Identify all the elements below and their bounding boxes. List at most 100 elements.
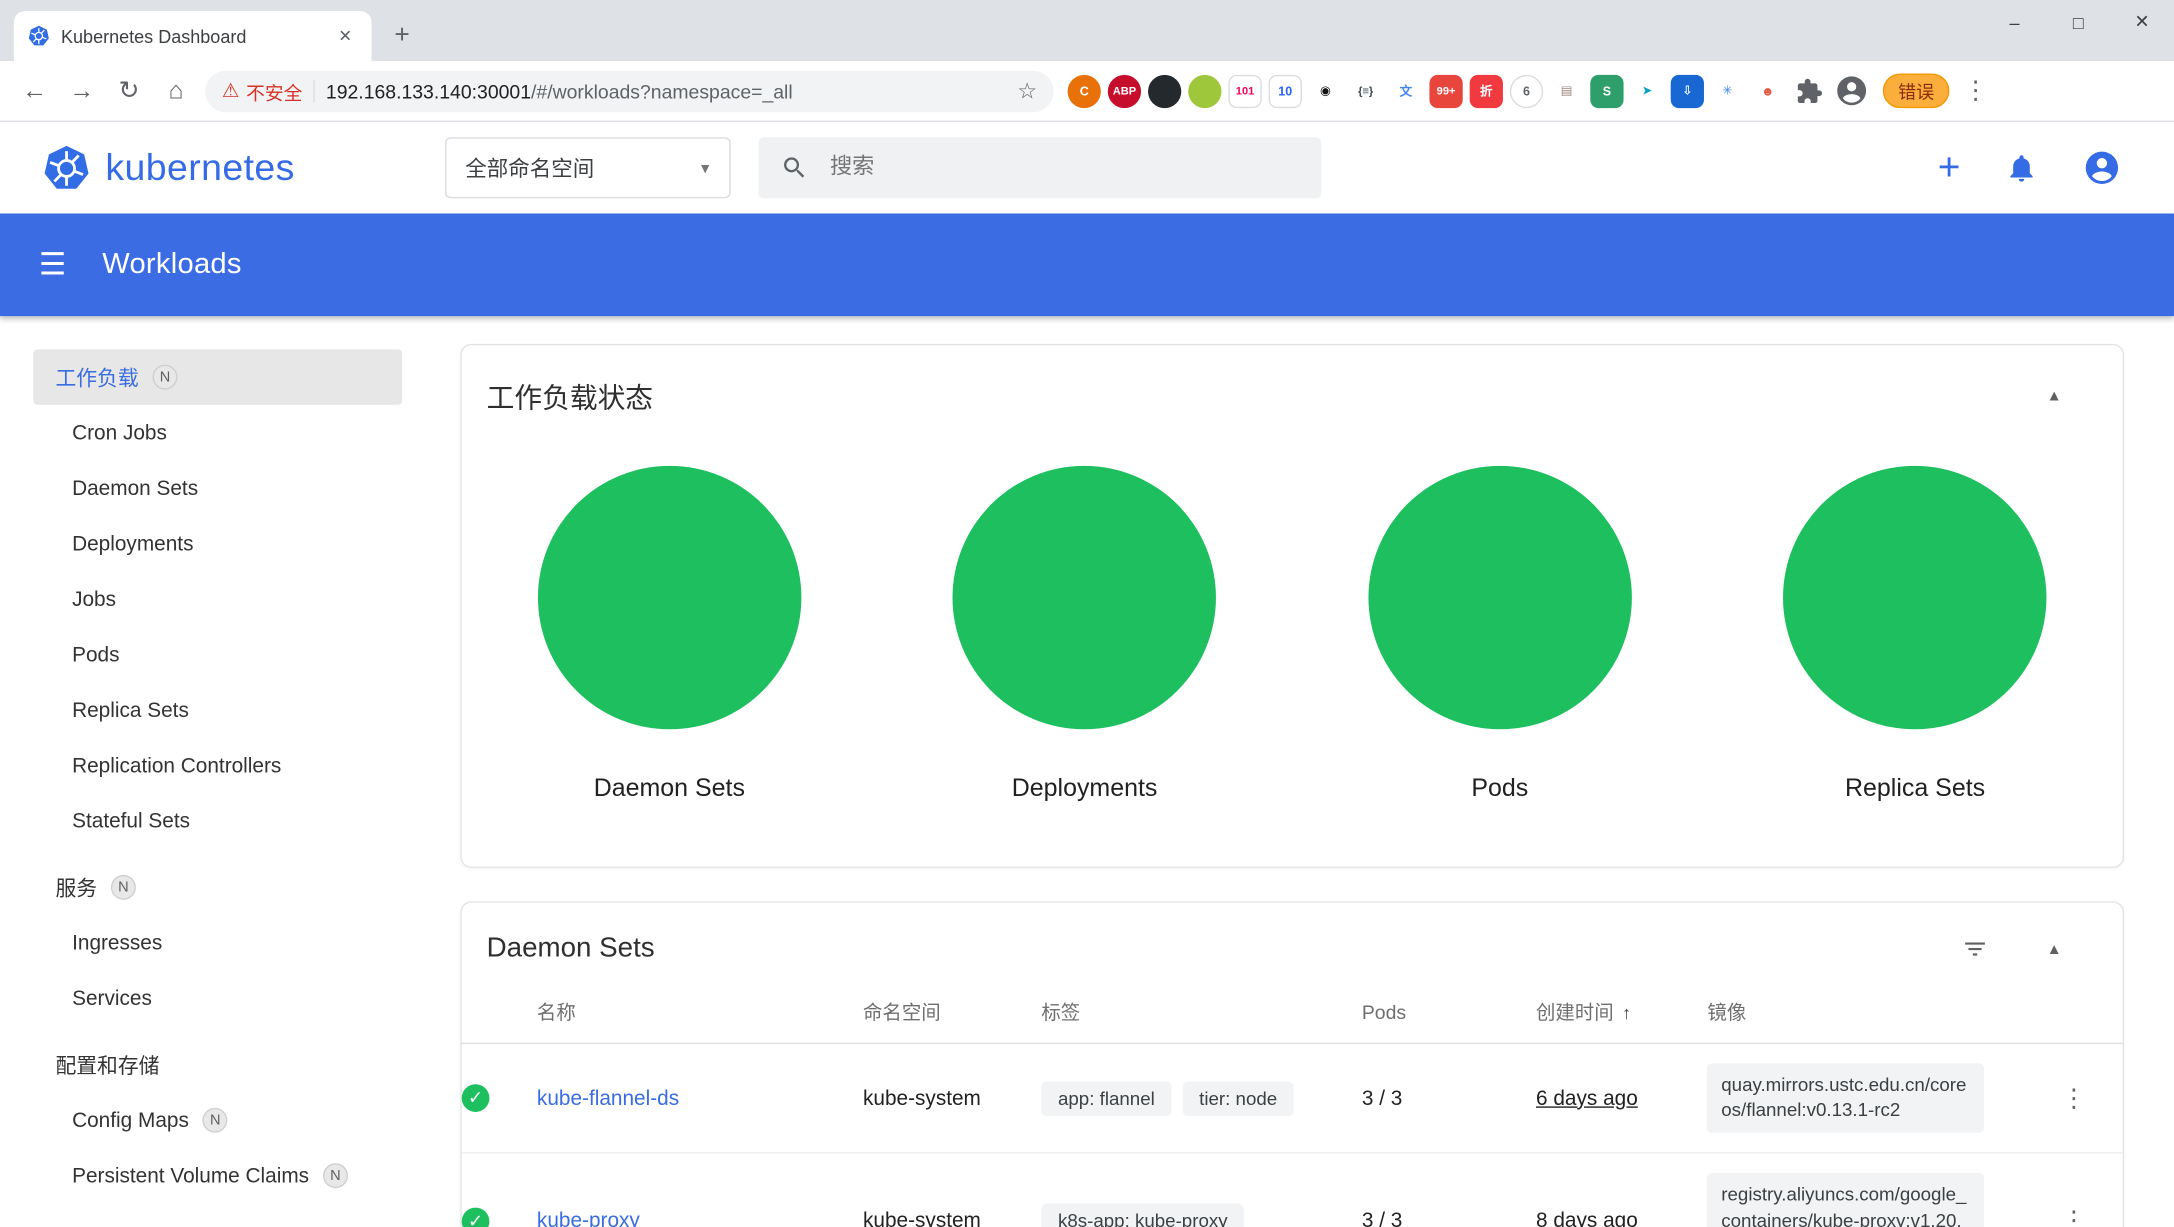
sidebar-item-ingresses[interactable]: Ingresses <box>33 915 402 970</box>
maximize-button[interactable]: □ <box>2046 0 2110 44</box>
search-input[interactable] <box>827 154 1298 182</box>
orange-c-extension-icon[interactable]: C <box>1068 74 1101 107</box>
translate-extension-icon[interactable]: 文 <box>1389 74 1422 107</box>
blue-10-extension-icon[interactable]: 10 <box>1269 74 1302 107</box>
adblock-plus-extension-icon[interactable]: ABP <box>1108 74 1141 107</box>
kubernetes-brand-link[interactable]: kubernetes <box>42 144 295 193</box>
window-controls: – □ ✕ <box>1983 0 2174 44</box>
minimize-button[interactable]: – <box>1983 0 2047 44</box>
sidebar-item-replica-sets[interactable]: Replica Sets <box>33 682 402 737</box>
address-bar[interactable]: ⚠ 不安全 192.168.133.140:30001/#/workloads?… <box>205 70 1054 112</box>
blue-download-extension-icon[interactable]: ⇩ <box>1671 74 1704 107</box>
replica-sets-donut <box>1783 466 2046 729</box>
created-cell: 8 days ago <box>1536 1153 1707 1227</box>
browser-profile-avatar[interactable] <box>1834 73 1869 108</box>
tab-strip: Kubernetes Dashboard ✕ + – □ ✕ <box>0 0 2174 61</box>
pods-cell: 3 / 3 <box>1362 1043 1536 1153</box>
label-chip: app: flannel <box>1041 1081 1171 1116</box>
deployments-chart: Deployments <box>877 466 1292 803</box>
new-tab-button[interactable]: + <box>383 17 422 56</box>
collapse-arrow-icon[interactable]: ▲ <box>2047 941 2062 958</box>
gray-six-extension-icon[interactable]: 6 <box>1510 74 1543 107</box>
daemonset-name-link[interactable]: kube-flannel-ds <box>537 1087 679 1111</box>
pods-cell: 3 / 3 <box>1362 1153 1536 1227</box>
back-button[interactable]: ← <box>11 67 58 114</box>
browser-tab[interactable]: Kubernetes Dashboard ✕ <box>14 11 372 61</box>
extensions-puzzle-icon[interactable] <box>1795 77 1823 105</box>
json-brace-extension-icon[interactable]: {≡} <box>1349 74 1382 107</box>
browser-window: Kubernetes Dashboard ✕ + – □ ✕ ← → ↻ ⌂ ⚠… <box>0 0 2174 1227</box>
zhe-coupon-extension-icon[interactable]: 折 <box>1470 74 1503 107</box>
security-warning-icon: ⚠ <box>222 79 239 103</box>
hamburger-menu-icon[interactable]: ☰ <box>33 247 71 283</box>
notifications-bell-icon[interactable] <box>2005 151 2038 184</box>
namespaced-badge: N <box>153 365 178 390</box>
row-actions-menu-icon[interactable]: ⋮ <box>2036 1207 2111 1227</box>
reload-button[interactable]: ↻ <box>105 67 152 114</box>
sidebar-item-label: Ingresses <box>72 931 162 955</box>
bookmark-star-icon[interactable]: ☆ <box>1017 77 1037 105</box>
create-resource-button[interactable]: + <box>1938 148 1961 187</box>
sidebar-item-services[interactable]: Services <box>33 971 402 1026</box>
collapse-arrow-icon[interactable]: ▲ <box>2047 388 2062 405</box>
chart-label: Pods <box>1471 774 1528 803</box>
red-person-extension-icon[interactable]: ☻ <box>1751 74 1784 107</box>
blue-asterisk-extension-icon[interactable]: ✳ <box>1711 74 1744 107</box>
close-button[interactable]: ✕ <box>2110 0 2174 44</box>
image-chip: quay.mirrors.ustc.edu.cn/coreos/flannel:… <box>1707 1063 1984 1133</box>
content-area: 工作负载 N Cron Jobs Daemon Sets Deployments… <box>0 316 2174 1227</box>
sidebar-item-jobs[interactable]: Jobs <box>33 571 402 626</box>
sidebar-item-label: Jobs <box>72 587 116 611</box>
address-divider <box>313 80 314 102</box>
namespaced-badge: N <box>203 1108 228 1133</box>
kubernetes-favicon <box>28 25 50 47</box>
images-cell: registry.aliyuncs.com/google_containers/… <box>1707 1153 2036 1227</box>
sidebar-item-service[interactable]: 服务 N <box>33 860 402 915</box>
table-header-row: 名称 命名空间 标签 Pods 创建时间↑ 镜像 <box>462 984 2123 1043</box>
sidebar-item-label: Replica Sets <box>72 698 189 722</box>
tab-close-icon[interactable]: ✕ <box>333 24 358 49</box>
sidebar-item-deployments[interactable]: Deployments <box>33 516 402 571</box>
green-extension-icon[interactable] <box>1188 74 1221 107</box>
sidebar-item-stateful-sets[interactable]: Stateful Sets <box>33 793 402 848</box>
not-secure-label[interactable]: 不安全 <box>246 77 302 105</box>
namespaced-badge: N <box>323 1163 348 1188</box>
sidebar-item-cron-jobs[interactable]: Cron Jobs <box>33 405 402 460</box>
sidebar-item-workloads[interactable]: 工作负载 N <box>33 349 402 404</box>
namespace-cell: kube-system <box>863 1043 1041 1153</box>
daemonset-name-link[interactable]: kube-proxy <box>537 1209 640 1227</box>
pink-101-extension-icon[interactable]: 101 <box>1228 74 1261 107</box>
chart-label: Replica Sets <box>1845 774 1985 803</box>
browser-menu-icon[interactable]: ⋮ <box>1963 76 1988 105</box>
pods-column-header: Pods <box>1362 984 1536 1043</box>
black-ring-extension-icon[interactable]: ◉ <box>1309 74 1342 107</box>
red-99-badge-extension-icon[interactable]: 99+ <box>1429 74 1462 107</box>
forward-button[interactable]: → <box>58 67 105 114</box>
teal-arrow-extension-icon[interactable]: ➤ <box>1630 74 1663 107</box>
namespace-selector[interactable]: 全部命名空间 ▾ <box>444 137 730 198</box>
home-button[interactable]: ⌂ <box>153 67 200 114</box>
sidebar-item-daemon-sets[interactable]: Daemon Sets <box>33 460 402 515</box>
octocat-extension-icon[interactable] <box>1148 74 1181 107</box>
workload-status-card: 工作负载状态 ▲ Daemon Sets Deployments <box>460 344 2124 868</box>
filter-icon[interactable] <box>1962 936 1988 962</box>
sidebar-item-pods[interactable]: Pods <box>33 627 402 682</box>
notes-lines-extension-icon[interactable]: ▤ <box>1550 74 1583 107</box>
url-text[interactable]: 192.168.133.140:30001/#/workloads?namesp… <box>326 80 1006 102</box>
sidebar-item-config-and-storage[interactable]: 配置和存储 <box>33 1037 402 1092</box>
dashboard-header: kubernetes 全部命名空间 ▾ + <box>0 122 2174 214</box>
row-actions-menu-icon[interactable]: ⋮ <box>2036 1084 2111 1113</box>
image-chip: registry.aliyuncs.com/google_containers/… <box>1707 1174 1984 1227</box>
sidebar-item-label: 服务 <box>55 873 97 902</box>
replica-sets-chart: Replica Sets <box>1707 466 2122 803</box>
account-circle-icon[interactable] <box>2082 148 2121 187</box>
error-badge[interactable]: 错误 <box>1883 73 1950 108</box>
search-box[interactable] <box>758 137 1321 198</box>
green-s-extension-icon[interactable]: S <box>1590 74 1623 107</box>
healthy-check-icon: ✓ <box>462 1085 490 1113</box>
actions-column-header <box>2036 984 2122 1043</box>
sidebar-item-replication-controllers[interactable]: Replication Controllers <box>33 738 402 793</box>
sidebar-item-config-maps[interactable]: Config Maps N <box>33 1093 402 1148</box>
created-column-header[interactable]: 创建时间↑ <box>1536 984 1707 1043</box>
sidebar-item-persistent-volume-claims[interactable]: Persistent Volume Claims N <box>33 1148 402 1203</box>
